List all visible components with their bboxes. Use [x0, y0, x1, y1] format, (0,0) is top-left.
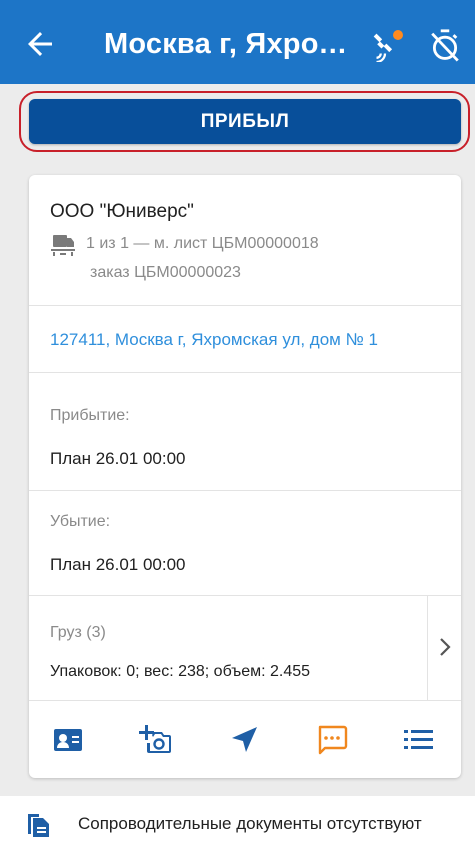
route-sheet: 1 из 1 — м. лист ЦБМ00000018: [86, 235, 319, 252]
order-number: заказ ЦБМ00000023: [90, 264, 241, 281]
list-icon[interactable]: [402, 723, 436, 757]
documents-icon: [28, 814, 49, 837]
departure-label: Убытие:: [50, 513, 111, 530]
timer-off-icon[interactable]: [428, 27, 462, 63]
app-bar: Москва г, Яхромс...: [0, 0, 475, 84]
order-card: ООО "Юниверс" 1 из 1 — м. лист ЦБМ000000…: [29, 175, 461, 778]
cargo-details: Упаковок: 0; вес: 238; объем: 2.455: [50, 663, 311, 680]
departure-section: Убытие: План 26.01 00:00: [29, 491, 461, 596]
navigation-icon[interactable]: [228, 723, 262, 757]
contact-card-icon[interactable]: [51, 723, 85, 757]
action-bar: [29, 700, 461, 778]
documents-status: Сопроводительные документы отсутствуют: [78, 814, 422, 833]
arrival-section: Прибытие: План 26.01 00:00: [29, 373, 461, 491]
order-info-section: ООО "Юниверс" 1 из 1 — м. лист ЦБМ000000…: [29, 175, 461, 306]
cargo-label: Груз (3): [50, 624, 106, 641]
arrival-label: Прибытие:: [50, 407, 130, 424]
chat-icon[interactable]: [315, 723, 349, 757]
page-title: Москва г, Яхромс...: [104, 28, 354, 60]
address-section: 127411, Москва г, Яхромская ул, дом № 1: [29, 306, 461, 373]
chevron-right-icon: [440, 638, 451, 656]
add-photo-icon[interactable]: [139, 723, 173, 757]
truck-icon: [51, 235, 75, 256]
cargo-expand-button[interactable]: [427, 596, 461, 700]
documents-bar[interactable]: Сопроводительные документы отсутствуют: [0, 796, 475, 850]
gps-status-indicator: [393, 30, 403, 40]
departure-plan: План 26.01 00:00: [50, 555, 186, 574]
cargo-section[interactable]: Груз (3) Упаковок: 0; вес: 238; объем: 2…: [29, 596, 461, 700]
arrow-left-icon[interactable]: [22, 26, 58, 62]
arrival-plan: План 26.01 00:00: [50, 449, 186, 468]
company-name: ООО "Юниверс": [50, 201, 194, 222]
arrived-button[interactable]: ПРИБЫЛ: [29, 99, 461, 144]
arrived-button-highlight: ПРИБЫЛ: [19, 91, 470, 152]
address-link[interactable]: 127411, Москва г, Яхромская ул, дом № 1: [50, 330, 378, 350]
